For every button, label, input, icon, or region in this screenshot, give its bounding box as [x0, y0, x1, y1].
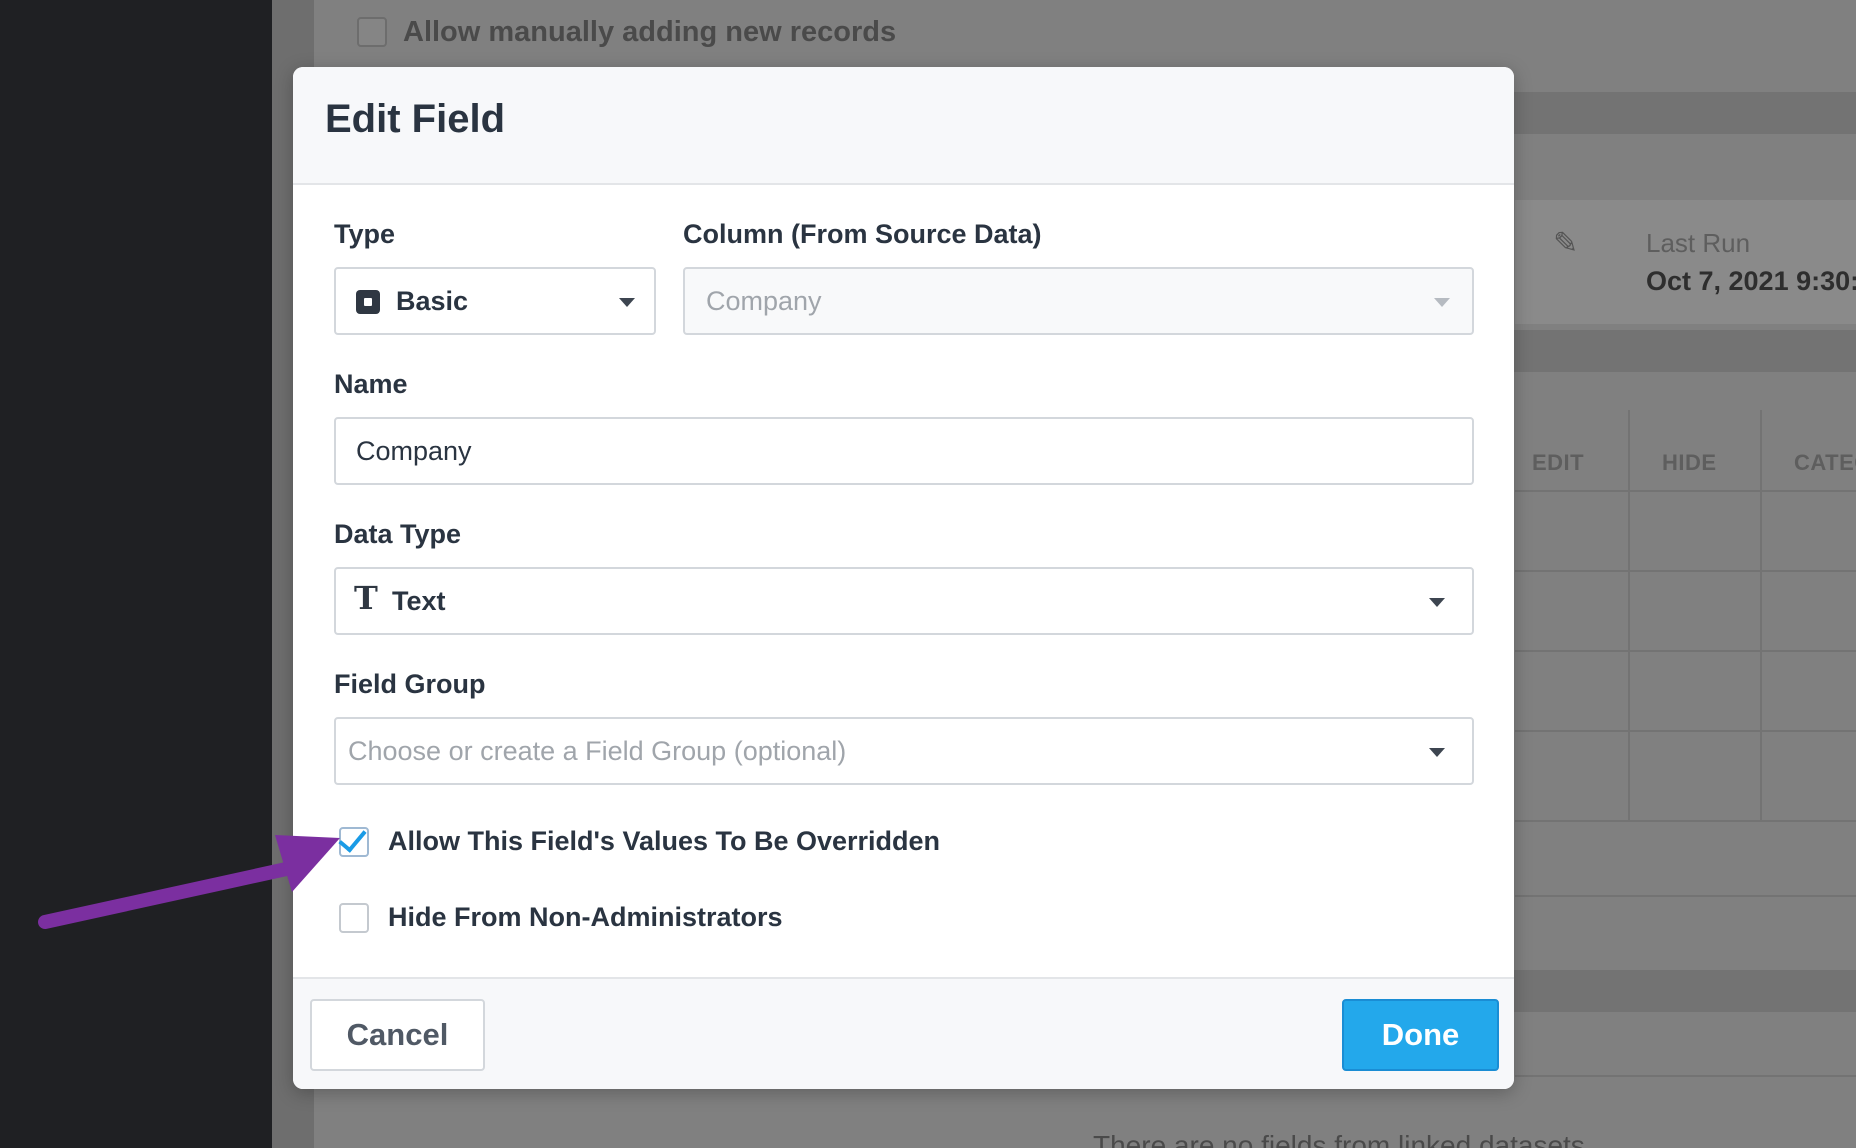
chevron-down-icon	[1429, 598, 1445, 607]
type-label: Type	[334, 219, 396, 249]
dialog-title: Edit Field	[325, 97, 505, 141]
chevron-down-icon	[619, 298, 635, 307]
background-table-vline	[1760, 410, 1762, 820]
background-footnote: There are no fields from linked datasets	[1093, 1130, 1585, 1148]
data-type-select[interactable]: T Text	[334, 567, 1474, 635]
background-table-divider	[1515, 820, 1856, 822]
column-label: Column (From Source Data)	[683, 219, 1042, 249]
type-select-value: Basic	[396, 286, 469, 316]
dialog-header: Edit Field	[293, 67, 1514, 185]
allow-override-checkbox[interactable]	[338, 823, 369, 857]
field-group-select[interactable]: Choose or create a Field Group (optional…	[334, 717, 1474, 785]
background-run-card	[1515, 200, 1856, 324]
background-table-divider	[1515, 650, 1856, 652]
background-table-divider	[1515, 730, 1856, 732]
name-input[interactable]: Company	[334, 417, 1474, 485]
column-header-category: CATEG	[1794, 450, 1856, 475]
hide-from-non-admins-label[interactable]: Hide From Non-Administrators	[388, 902, 783, 933]
data-type-label: Data Type	[334, 519, 462, 549]
edit-field-dialog: Edit Field Type Basic Column (From Sourc…	[293, 67, 1514, 1089]
allow-override-label[interactable]: Allow This Field's Values To Be Overridd…	[388, 826, 940, 857]
background-table-divider	[1515, 1075, 1856, 1077]
background-checkbox-label: Allow manually adding new records	[403, 16, 897, 48]
name-input-value: Company	[356, 436, 472, 466]
done-button[interactable]: Done	[1342, 999, 1499, 1071]
background-table-divider	[1515, 895, 1856, 897]
column-select[interactable]: Company	[683, 267, 1474, 335]
cancel-button[interactable]: Cancel	[310, 999, 485, 1071]
basic-type-icon	[356, 290, 380, 314]
column-select-value: Company	[706, 286, 822, 316]
pencil-icon: ✎	[1553, 227, 1579, 260]
name-label: Name	[334, 369, 408, 399]
last-run-value: Oct 7, 2021 9:30:	[1646, 266, 1856, 296]
data-type-select-value: Text	[392, 586, 446, 616]
background-table-divider	[1515, 490, 1856, 492]
chevron-down-icon	[1429, 748, 1445, 757]
left-navigation	[0, 0, 272, 1148]
last-run-label: Last Run	[1646, 228, 1751, 258]
background-table-vline	[1628, 410, 1630, 820]
column-header-edit: EDIT	[1532, 450, 1585, 475]
field-group-label: Field Group	[334, 669, 486, 699]
background-checkbox	[357, 17, 387, 47]
chevron-down-icon	[1434, 298, 1450, 307]
text-type-icon: T	[354, 579, 378, 617]
background-table-divider	[1515, 570, 1856, 572]
column-header-hide: HIDE	[1662, 450, 1717, 475]
field-group-placeholder: Choose or create a Field Group (optional…	[348, 736, 847, 766]
hide-from-non-admins-checkbox[interactable]	[339, 903, 369, 933]
dialog-footer: Cancel Done	[293, 977, 1514, 1089]
type-select[interactable]: Basic	[334, 267, 656, 335]
checkmark-icon	[338, 823, 367, 853]
